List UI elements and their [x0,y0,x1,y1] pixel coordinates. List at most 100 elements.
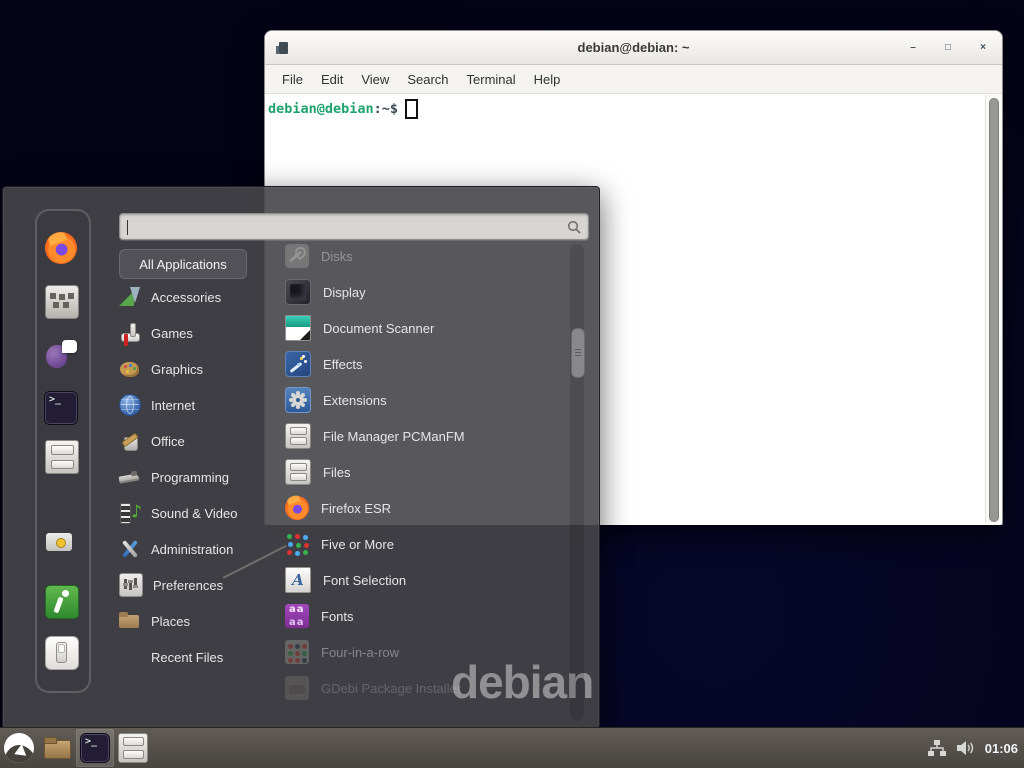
close-button[interactable]: × [976,43,990,53]
category-graphics[interactable]: Graphics [119,351,279,387]
search-input[interactable] [120,213,567,240]
file-cabinet-icon [45,440,79,474]
app-item-five-or-more[interactable]: Five or More [285,526,561,562]
favorite-firefox-button[interactable] [45,232,77,264]
extensions-icon [285,387,311,413]
menu-scrollbar[interactable] [570,244,584,721]
text-caret [127,220,128,235]
prompt-path: :~$ [374,101,398,117]
menu-view[interactable]: View [352,72,398,87]
taskbar-files-launcher[interactable] [114,729,152,767]
app-item-four-in-a-row[interactable]: Four-in-a-row [285,634,561,670]
sound-video-icon [119,502,141,524]
internet-icon [119,394,141,416]
terminal-scrollbar-thumb[interactable] [989,98,999,522]
all-applications-button[interactable]: All Applications [119,249,247,279]
application-list: Disks Display Document Scanner Effects E… [285,238,561,706]
five-or-more-icon [285,532,309,556]
lock-screen-button[interactable] [45,530,77,562]
app-item-disks[interactable]: Disks [285,238,561,274]
search-icon [567,220,581,234]
app-item-firefox-esr[interactable]: Firefox ESR [285,490,561,526]
app-item-files[interactable]: Files [285,454,561,490]
log-out-icon [45,585,79,619]
app-item-effects[interactable]: Effects [285,346,561,382]
screen: debian@debian: ~ – □ × File Edit View Se… [0,0,1024,768]
terminal-icon [45,392,77,424]
menu-terminal[interactable]: Terminal [458,72,525,87]
shut-down-button[interactable] [45,636,77,668]
office-icon [119,430,141,452]
category-internet[interactable]: Internet [119,387,279,423]
all-applications-label: All Applications [139,257,226,272]
category-recent-files[interactable]: Recent Files [119,639,279,675]
preferences-icon [119,573,143,597]
app-item-font-selection[interactable]: Font Selection [285,562,561,598]
category-accessories[interactable]: Accessories [119,279,279,315]
log-out-button[interactable] [45,585,77,617]
lock-screen-icon [45,530,77,562]
minimize-button[interactable]: – [906,43,920,53]
menu-search[interactable]: Search [398,72,457,87]
terminal-cursor [405,99,418,119]
taskbar-file-manager-launcher[interactable] [38,729,76,767]
category-office[interactable]: Office [119,423,279,459]
menu-scrollbar-thumb[interactable] [571,328,585,378]
fonts-icon [285,604,309,628]
terminal-window-icon [279,42,288,54]
places-icon [119,610,141,632]
favorite-terminal-button[interactable] [45,392,77,424]
app-item-extensions[interactable]: Extensions [285,382,561,418]
category-places[interactable]: Places [119,603,279,639]
favorite-pidgin-button[interactable] [45,338,77,370]
games-icon [119,322,141,344]
terminal-menubar: File Edit View Search Terminal Help [265,65,1002,94]
file-cabinet-icon [285,423,311,449]
font-selection-icon [285,567,311,593]
clock[interactable]: 01:06 [985,741,1018,756]
firefox-icon [285,496,309,520]
category-sound-video[interactable]: Sound & Video [119,495,279,531]
app-item-display[interactable]: Display [285,274,561,310]
window-title: debian@debian: ~ [578,40,690,55]
prompt-user-host: debian@debian [268,101,374,117]
maximize-button[interactable]: □ [941,43,955,53]
network-icon[interactable] [928,740,946,757]
firefox-icon [45,232,77,264]
search-box[interactable] [119,213,589,240]
menu-edit[interactable]: Edit [312,72,352,87]
gdebi-icon [285,676,309,700]
accessories-icon [119,286,141,308]
app-item-fonts[interactable]: Fonts [285,598,561,634]
category-preferences[interactable]: Preferences [119,567,279,603]
category-games[interactable]: Games [119,315,279,351]
taskbar-menu-button[interactable] [0,729,38,767]
favorite-files-button[interactable] [45,440,77,472]
app-item-gdebi-package-installer[interactable]: GDebi Package Installer [285,670,561,706]
terminal-icon [81,734,109,762]
effects-icon [285,351,311,377]
graphics-icon [119,358,141,380]
spacer [119,646,141,668]
keyboard-icon [45,285,79,319]
app-item-document-scanner[interactable]: Document Scanner [285,310,561,346]
category-programming[interactable]: Programming [119,459,279,495]
favorite-keyboard-button[interactable] [45,285,77,317]
terminal-titlebar[interactable]: debian@debian: ~ – □ × [265,31,1002,65]
volume-icon[interactable] [956,740,975,756]
app-item-file-manager-pcmanfm[interactable]: File Manager PCManFM [285,418,561,454]
menu-file[interactable]: File [273,72,312,87]
pidgin-icon [45,338,77,370]
terminal-scrollbar[interactable] [985,95,1001,523]
shut-down-icon [45,636,79,670]
window-controls: – □ × [906,31,990,64]
file-cabinet-icon [118,733,148,763]
terminal-prompt: debian@debian:~$ [268,99,418,119]
category-administration[interactable]: Administration [119,531,279,567]
disks-icon [285,244,309,268]
menu-help[interactable]: Help [525,72,570,87]
application-menu: debian All Applications [2,186,600,729]
taskbar-terminal-launcher[interactable] [76,729,114,767]
taskbar: 01:06 [0,727,1024,768]
administration-icon [119,538,141,560]
